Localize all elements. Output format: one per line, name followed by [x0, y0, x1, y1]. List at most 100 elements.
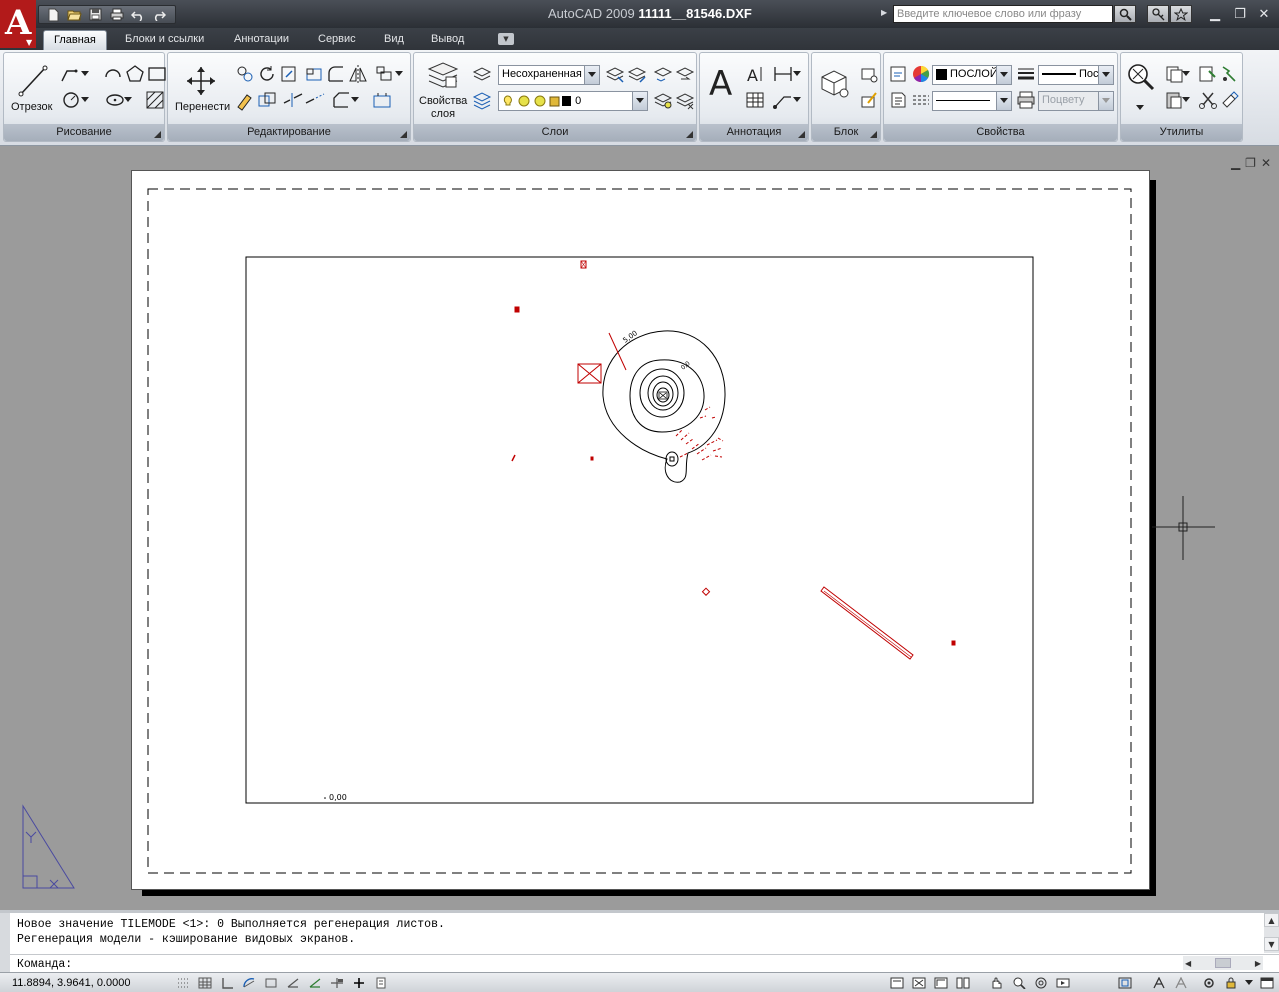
linear-dimension-icon[interactable]	[772, 63, 794, 85]
panel-launcher-icon[interactable]	[154, 131, 161, 138]
copy-clip-icon[interactable]	[1219, 89, 1241, 111]
scroll-down-icon[interactable]: ▼	[1264, 937, 1279, 951]
ribbon-minimize-button[interactable]: ▼	[498, 33, 514, 45]
insert-block-icon[interactable]	[818, 67, 854, 101]
workspace-switching-icon[interactable]	[1200, 975, 1218, 991]
chevron-down-icon[interactable]	[1132, 97, 1148, 119]
tab-home[interactable]: Главная	[43, 30, 107, 50]
save-icon[interactable]	[86, 7, 105, 23]
zoom-icon[interactable]	[1010, 975, 1028, 991]
linetype-select[interactable]	[932, 91, 1012, 111]
show-lineweight-icon[interactable]	[350, 975, 368, 991]
object-snap-icon[interactable]	[262, 975, 280, 991]
open-folder-icon[interactable]	[65, 7, 84, 23]
tab-tools[interactable]: Сервис	[308, 30, 366, 50]
restore-icon[interactable]: ❐	[1229, 5, 1251, 23]
minimize-icon[interactable]: ▁	[1204, 5, 1226, 23]
linetype-icon[interactable]	[910, 89, 932, 111]
chamfer-icon[interactable]	[330, 89, 352, 111]
erase-icon[interactable]	[234, 89, 256, 111]
ortho-mode-icon[interactable]	[218, 975, 236, 991]
layer-isolate-icon[interactable]	[604, 63, 626, 85]
lineweight-icon[interactable]	[1015, 63, 1037, 85]
layer-properties-icon[interactable]	[426, 59, 460, 93]
table-icon[interactable]	[744, 89, 766, 111]
polyline-icon[interactable]	[60, 63, 82, 85]
explode-icon[interactable]	[256, 89, 278, 111]
arc-icon[interactable]	[102, 63, 124, 85]
trim-icon[interactable]	[278, 63, 300, 85]
drawing-area[interactable]: ▁ ❐ ✕ 5,00 0,0 0,00	[0, 148, 1279, 910]
layer-match-icon[interactable]	[652, 63, 674, 85]
match-properties-icon[interactable]	[887, 63, 909, 85]
command-line[interactable]: Команда:	[10, 954, 1279, 972]
circle-icon[interactable]	[60, 89, 82, 111]
copy-icon[interactable]	[234, 63, 256, 85]
chevron-down-icon[interactable]	[80, 63, 90, 85]
layer-state-icon[interactable]	[471, 63, 493, 85]
array-icon[interactable]	[374, 63, 396, 85]
line-icon[interactable]	[18, 65, 48, 97]
cut-icon[interactable]	[1197, 89, 1219, 111]
chevron-down-icon[interactable]	[350, 89, 360, 111]
search-expand-icon[interactable]: ▶	[881, 8, 887, 17]
layer-previous-icon[interactable]	[674, 63, 696, 85]
plot-style-icon[interactable]	[1015, 89, 1037, 111]
multiline-text-icon[interactable]: A	[706, 63, 738, 103]
layer-state-select[interactable]: Несохраненная	[498, 65, 600, 85]
new-file-icon[interactable]	[44, 7, 63, 23]
maximize-viewport-icon[interactable]	[1116, 975, 1134, 991]
chevron-down-icon[interactable]	[792, 89, 802, 111]
close-icon[interactable]: ✕	[1253, 5, 1275, 23]
command-history-scrollbar[interactable]: ▲ ▼	[1264, 913, 1279, 953]
clean-screen-icon[interactable]	[1258, 975, 1276, 991]
zoom-extents-icon[interactable]	[1125, 61, 1157, 93]
showmotion-icon[interactable]	[1054, 975, 1072, 991]
polar-tracking-icon[interactable]	[240, 975, 258, 991]
chevron-down-icon[interactable]	[394, 63, 404, 85]
tab-annotate[interactable]: Аннотации	[224, 30, 299, 50]
polygon-icon[interactable]	[124, 63, 146, 85]
object-snap-tracking-icon[interactable]	[284, 975, 302, 991]
plot-icon[interactable]	[107, 7, 126, 23]
chevron-down-icon[interactable]	[80, 89, 90, 111]
annotation-visibility-icon[interactable]	[1172, 975, 1190, 991]
offset-icon[interactable]	[371, 89, 393, 111]
cursor-coordinates[interactable]: 11.8894, 3.9641, 0.0000	[12, 977, 130, 989]
extend-icon[interactable]	[304, 89, 326, 111]
mirror-icon[interactable]	[347, 63, 369, 85]
tab-view[interactable]: Вид	[374, 30, 414, 50]
search-button[interactable]	[1114, 5, 1136, 23]
scroll-up-icon[interactable]: ▲	[1264, 913, 1279, 927]
layout2-icon[interactable]	[932, 975, 950, 991]
color-select[interactable]: ПОСЛОЙ	[932, 65, 1012, 85]
panel-launcher-icon[interactable]	[798, 131, 805, 138]
scroll-right-icon[interactable]: ▶	[1255, 959, 1263, 968]
color-wheel-icon[interactable]	[910, 63, 932, 85]
multileader-icon[interactable]	[772, 89, 794, 111]
chevron-down-icon[interactable]	[123, 89, 133, 111]
quick-calc-icon[interactable]	[1219, 63, 1241, 85]
layout1-icon[interactable]	[910, 975, 928, 991]
rotate-icon[interactable]	[256, 63, 278, 85]
layer-walk-icon[interactable]	[471, 89, 493, 111]
chevron-down-icon[interactable]	[792, 63, 802, 85]
rectangle-icon[interactable]	[146, 63, 168, 85]
search-input[interactable]	[893, 5, 1113, 23]
grid-display-icon[interactable]	[196, 975, 214, 991]
panel-launcher-icon[interactable]	[400, 131, 407, 138]
layer-delete-icon[interactable]	[674, 89, 696, 111]
subscription-center-button[interactable]	[1147, 5, 1169, 23]
status-bar-menu-icon[interactable]	[1240, 975, 1258, 991]
panel-launcher-icon[interactable]	[870, 131, 877, 138]
drawing-canvas[interactable]: 5,00 0,0 0,00	[0, 148, 1279, 910]
viewport-frame[interactable]	[245, 256, 1034, 804]
dynamic-ucs-icon[interactable]	[306, 975, 324, 991]
model-space-icon[interactable]	[888, 975, 906, 991]
move-icon[interactable]	[186, 65, 216, 97]
dynamic-input-icon[interactable]	[328, 975, 346, 991]
command-horizontal-scrollbar[interactable]: ◀ ▶	[1183, 956, 1263, 970]
pan-icon[interactable]	[988, 975, 1006, 991]
quick-properties-icon[interactable]	[372, 975, 390, 991]
layer-select[interactable]: 0	[498, 91, 648, 111]
